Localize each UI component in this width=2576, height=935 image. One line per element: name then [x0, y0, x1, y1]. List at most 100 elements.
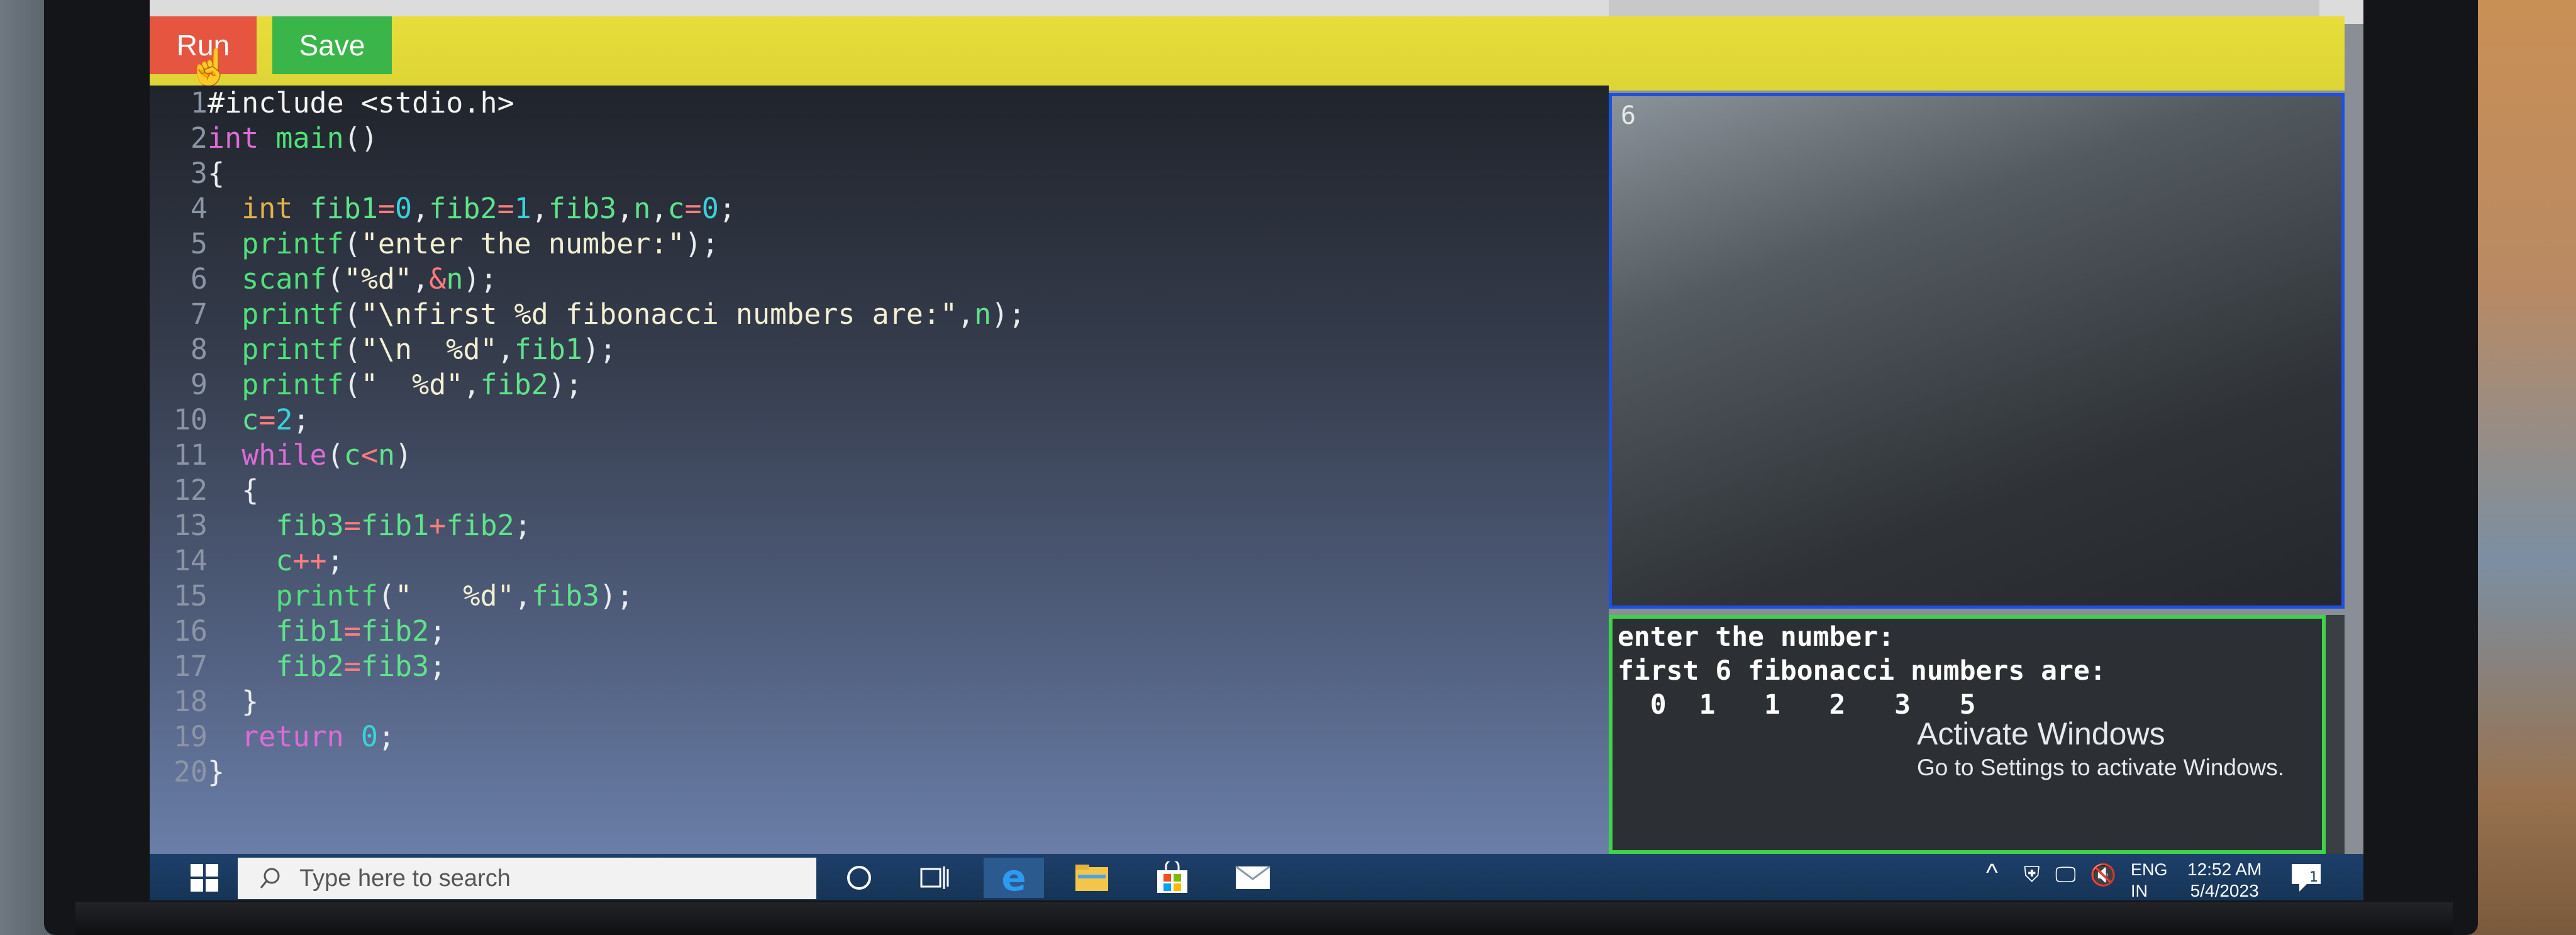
line-number: 7 [190, 297, 208, 331]
code-text: fib2=fib3; [275, 650, 447, 683]
hand-cursor-icon: ☝ [187, 47, 231, 87]
task-view-button[interactable] [904, 858, 965, 898]
code-line: 14 c++; [150, 543, 344, 578]
line-number: 20 [173, 755, 208, 788]
svg-text:e: e [1001, 860, 1026, 895]
code-text: return 0; [242, 720, 396, 753]
stdin-value: 6 [1621, 101, 1636, 130]
security-icon[interactable]: ⛨ [2024, 863, 2040, 887]
code-line: 17 fib2=fib3; [150, 649, 447, 684]
save-button-label: Save [299, 29, 365, 62]
mail-button[interactable] [1223, 858, 1283, 898]
stdin-input-panel[interactable]: 6 [1609, 93, 2345, 609]
code-text: c=2; [242, 403, 310, 436]
output-line: enter the number: [1618, 621, 1895, 653]
windows-logo-icon [191, 864, 218, 892]
code-text: int main() [208, 121, 378, 155]
clock-time: 12:52 AM [2187, 860, 2262, 879]
code-line: 2int main() [150, 121, 378, 156]
line-number: 18 [173, 685, 208, 718]
code-text: printf(" %d",fib2); [242, 368, 583, 401]
code-text: #include <stdio.h> [208, 86, 514, 119]
store-bag-icon [1157, 861, 1187, 893]
notification-count: 1 [2309, 870, 2318, 885]
code-text: fib3=fib1+fib2; [275, 509, 531, 542]
code-text: printf("enter the number:"); [242, 227, 719, 260]
monitor-bezel-bottom [75, 902, 2453, 935]
code-line: 16 fib1=fib2; [150, 614, 447, 649]
screen: ⌄ Run Save ☝ 1#include <stdio.h> 2int ma… [150, 0, 2363, 900]
cortana-button[interactable] [829, 858, 889, 898]
file-explorer-button[interactable] [1062, 858, 1122, 898]
code-text: printf(" %d",fib3); [275, 579, 634, 612]
line-number: 4 [190, 192, 208, 225]
line-number: 1 [190, 86, 208, 119]
code-line: 18 } [150, 684, 258, 719]
code-line: 20} [150, 755, 225, 790]
code-text: } [208, 685, 259, 718]
toolbar: Run Save ☝ [150, 16, 2345, 91]
save-button[interactable]: Save [272, 16, 392, 74]
code-text: c++; [275, 544, 344, 577]
code-line: 3{ [150, 156, 225, 191]
edge-button[interactable]: e [984, 858, 1044, 898]
store-button[interactable] [1142, 858, 1202, 898]
edge-browser-icon: e [1001, 860, 1026, 895]
code-line: 4 int fib1=0,fib2=1,fib3,n,c=0; [150, 191, 736, 226]
code-line: 15 printf(" %d",fib3); [150, 578, 634, 614]
code-text: printf("\n %d",fib1); [242, 333, 617, 366]
line-number: 3 [190, 157, 208, 190]
cortana-icon [847, 866, 871, 890]
code-text: { [208, 473, 259, 507]
code-text: fib1=fib2; [275, 614, 447, 648]
code-text: scanf("%d",&n); [242, 262, 497, 296]
task-view-icon [920, 866, 949, 889]
line-number: 14 [173, 544, 208, 577]
line-number: 16 [173, 614, 208, 648]
line-number: 12 [173, 473, 208, 507]
code-line: 11 while(c<n) [150, 438, 412, 473]
output-line: first 6 fibonacci numbers are: [1618, 655, 2106, 687]
start-button[interactable] [176, 858, 233, 898]
code-line: 13 fib3=fib1+fib2; [150, 508, 531, 543]
line-number: 6 [190, 262, 208, 296]
line-number: 17 [173, 650, 208, 683]
search-input[interactable]: Type here to search [299, 865, 511, 892]
line-number: 19 [173, 720, 208, 753]
activate-windows-title: Activate Windows [1917, 716, 2165, 751]
code-line: 6 scanf("%d",&n); [150, 262, 497, 297]
code-line: 7 printf("\nfirst %d fibonacci numbers a… [150, 297, 1026, 332]
line-number: 15 [173, 579, 208, 612]
line-number: 5 [190, 227, 208, 260]
line-number: 9 [190, 368, 208, 401]
chevron-up-icon[interactable]: ^ [1986, 859, 1998, 887]
network-icon[interactable]: 🖵 [2055, 863, 2076, 887]
activate-windows-subtitle: Go to Settings to activate Windows. [1917, 755, 2285, 780]
code-text: while(c<n) [242, 438, 413, 472]
code-line: 9 printf(" %d",fib2); [150, 367, 582, 402]
volume-muted-icon[interactable]: 🔇 [2090, 863, 2116, 888]
code-editor[interactable]: 1#include <stdio.h> 2int main() 3{ 4 int… [150, 86, 1609, 854]
code-text: { [208, 157, 225, 190]
code-line: 1#include <stdio.h> [150, 86, 514, 121]
taskbar-search-box[interactable]: Type here to search [238, 858, 816, 899]
code-line: 19 return 0; [150, 719, 395, 755]
clock-date: 5/4/2023 [2190, 881, 2259, 900]
clock[interactable]: 12:52 AM 5/4/2023 [2187, 859, 2262, 900]
region-label: IN [2131, 882, 2148, 900]
code-line: 8 printf("\n %d",fib1); [150, 332, 616, 367]
code-line: 10 c=2; [150, 402, 310, 438]
code-line: 5 printf("enter the number:"); [150, 226, 719, 262]
line-number: 10 [173, 403, 208, 436]
language-indicator[interactable]: ENG IN [2131, 859, 2168, 900]
code-line: 12 { [150, 473, 258, 508]
language-label: ENG [2131, 860, 2168, 879]
scrollbar[interactable] [2326, 615, 2345, 854]
line-number: 8 [190, 333, 208, 366]
folder-icon [1075, 865, 1108, 891]
notification-center-button[interactable]: 1 [2288, 860, 2324, 895]
code-text: } [208, 755, 225, 788]
line-number: 11 [173, 438, 208, 472]
mail-icon [1235, 865, 1270, 889]
line-number: 2 [190, 121, 208, 155]
